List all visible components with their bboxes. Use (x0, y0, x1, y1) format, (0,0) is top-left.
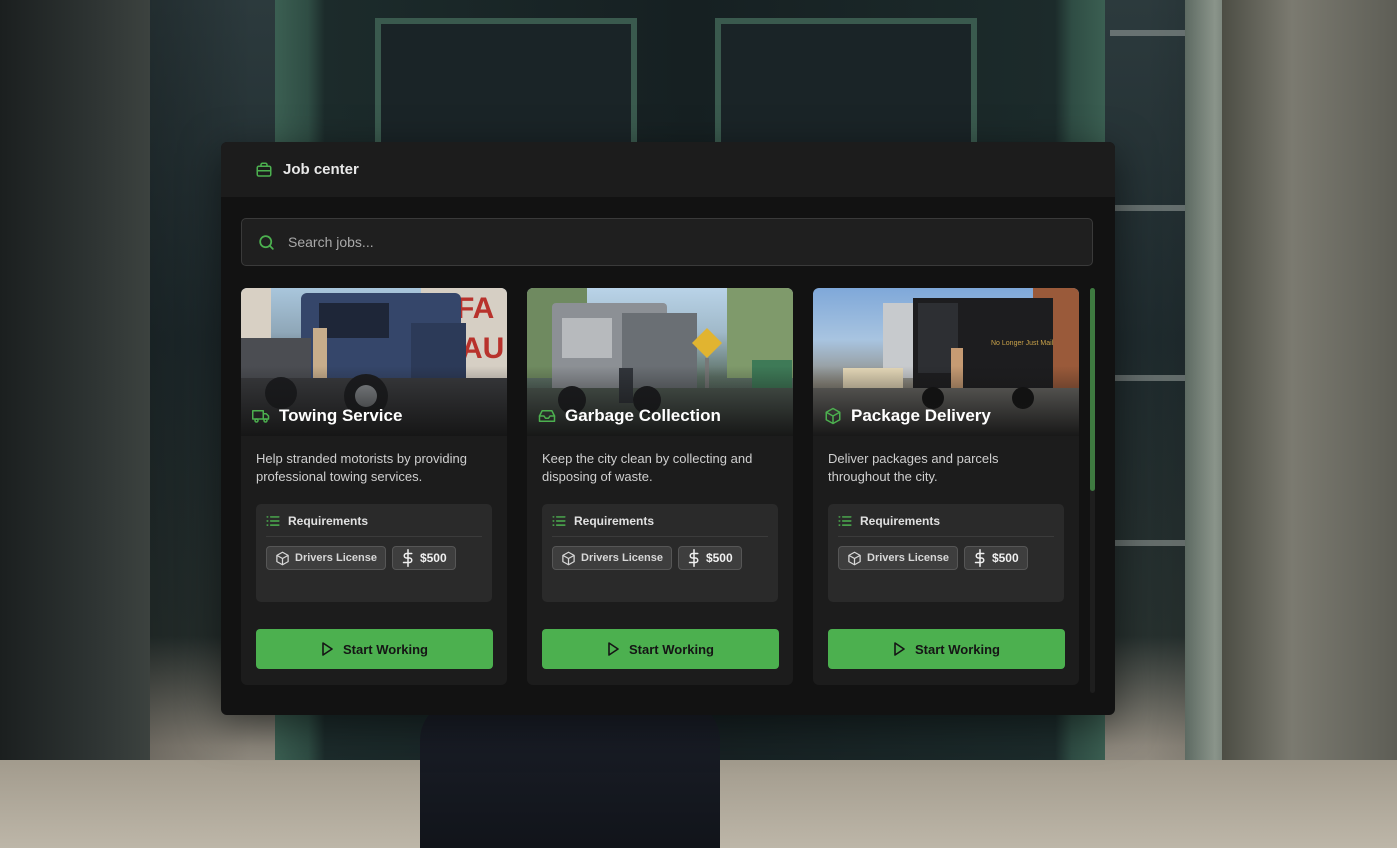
briefcase-icon (255, 161, 273, 179)
job-title: Package Delivery (851, 406, 991, 425)
start-working-button[interactable]: Start Working (256, 629, 493, 669)
list-icon (552, 515, 566, 527)
job-description: Help stranded motorists by providing pro… (256, 451, 467, 484)
requirement-label: Drivers License (581, 552, 663, 564)
requirement-price: $500 (705, 551, 733, 565)
list-icon (838, 515, 852, 527)
requirements-label: Requirements (288, 514, 369, 528)
search-icon (257, 233, 276, 252)
job-description: Keep the city clean by collecting and di… (542, 451, 753, 484)
requirements-box: Requirements Drivers License $500 (256, 504, 492, 602)
requirements-header: Requirements (838, 514, 1054, 537)
job-card-towing-service: FA AU Towing Service Help stranded motor… (241, 288, 507, 685)
job-image-delivery: No Longer Just Mail Package Delivery (813, 288, 1079, 436)
job-title-row: Garbage Collection (537, 406, 721, 426)
panel-header: Job center (221, 142, 1115, 197)
requirement-tag-license: Drivers License (552, 546, 672, 570)
requirement-tag-license: Drivers License (838, 546, 958, 570)
scrollbar-thumb[interactable] (1090, 288, 1095, 491)
requirement-tags: Drivers License $500 (838, 546, 1054, 570)
requirements-box: Requirements Drivers License $500 (542, 504, 778, 602)
play-icon (607, 642, 619, 656)
truck-icon (251, 407, 271, 425)
requirement-tags: Drivers License $500 (266, 546, 482, 570)
right-wall (1222, 0, 1397, 848)
requirement-tag-price: $500 (963, 546, 1028, 570)
svg-text:FA: FA (456, 292, 494, 325)
door-window-left (375, 18, 637, 160)
job-title-row: Towing Service (251, 406, 402, 426)
job-title-row: Package Delivery (823, 406, 991, 426)
requirements-header: Requirements (266, 514, 482, 537)
left-wall (0, 0, 150, 848)
svg-text:AU: AU (461, 332, 504, 365)
box-icon (561, 551, 576, 566)
panel-title: Job center (283, 161, 359, 178)
package-icon (823, 407, 843, 425)
search-input[interactable] (286, 233, 1050, 251)
box-icon (275, 551, 290, 566)
start-working-label: Start Working (915, 641, 1000, 657)
start-working-button[interactable]: Start Working (828, 629, 1065, 669)
list-icon (266, 515, 280, 527)
door-window-right (715, 18, 977, 160)
requirements-label: Requirements (860, 514, 941, 528)
dollar-icon (973, 549, 987, 567)
requirement-label: Drivers License (867, 552, 949, 564)
search-bar[interactable] (241, 218, 1093, 266)
requirement-label: Drivers License (295, 552, 377, 564)
requirement-tag-price: $500 (391, 546, 456, 570)
play-icon (321, 642, 333, 656)
requirement-price: $500 (991, 551, 1019, 565)
job-list-scrollbar[interactable] (1090, 288, 1095, 693)
dollar-icon (687, 549, 701, 567)
requirement-tag-price: $500 (677, 546, 742, 570)
requirements-header: Requirements (552, 514, 768, 537)
job-description: Deliver packages and parcels throughout … (828, 451, 999, 484)
inbox-icon (537, 407, 557, 425)
requirements-label: Requirements (574, 514, 655, 528)
requirement-tag-license: Drivers License (266, 546, 386, 570)
job-title: Towing Service (279, 406, 403, 425)
box-icon (847, 551, 862, 566)
start-working-button[interactable]: Start Working (542, 629, 779, 669)
job-card-package-delivery: No Longer Just Mail Package Delivery Del… (813, 288, 1079, 685)
job-image-garbage: Garbage Collection (527, 288, 793, 436)
requirement-price: $500 (419, 551, 447, 565)
job-image-towing: FA AU Towing Service (241, 288, 507, 436)
requirements-box: Requirements Drivers License $500 (828, 504, 1064, 602)
player-character (420, 700, 720, 848)
job-list: FA AU Towing Service Help stranded motor… (241, 288, 1079, 685)
job-center-panel: Job center FA AU (221, 142, 1115, 715)
dollar-icon (401, 549, 415, 567)
start-working-label: Start Working (629, 641, 714, 657)
job-card-garbage-collection: Garbage Collection Keep the city clean b… (527, 288, 793, 685)
svg-text:No Longer Just Mail: No Longer Just Mail (991, 340, 1054, 347)
play-icon (893, 642, 905, 656)
requirement-tags: Drivers License $500 (552, 546, 768, 570)
start-working-label: Start Working (343, 641, 428, 657)
job-title: Garbage Collection (565, 406, 721, 425)
